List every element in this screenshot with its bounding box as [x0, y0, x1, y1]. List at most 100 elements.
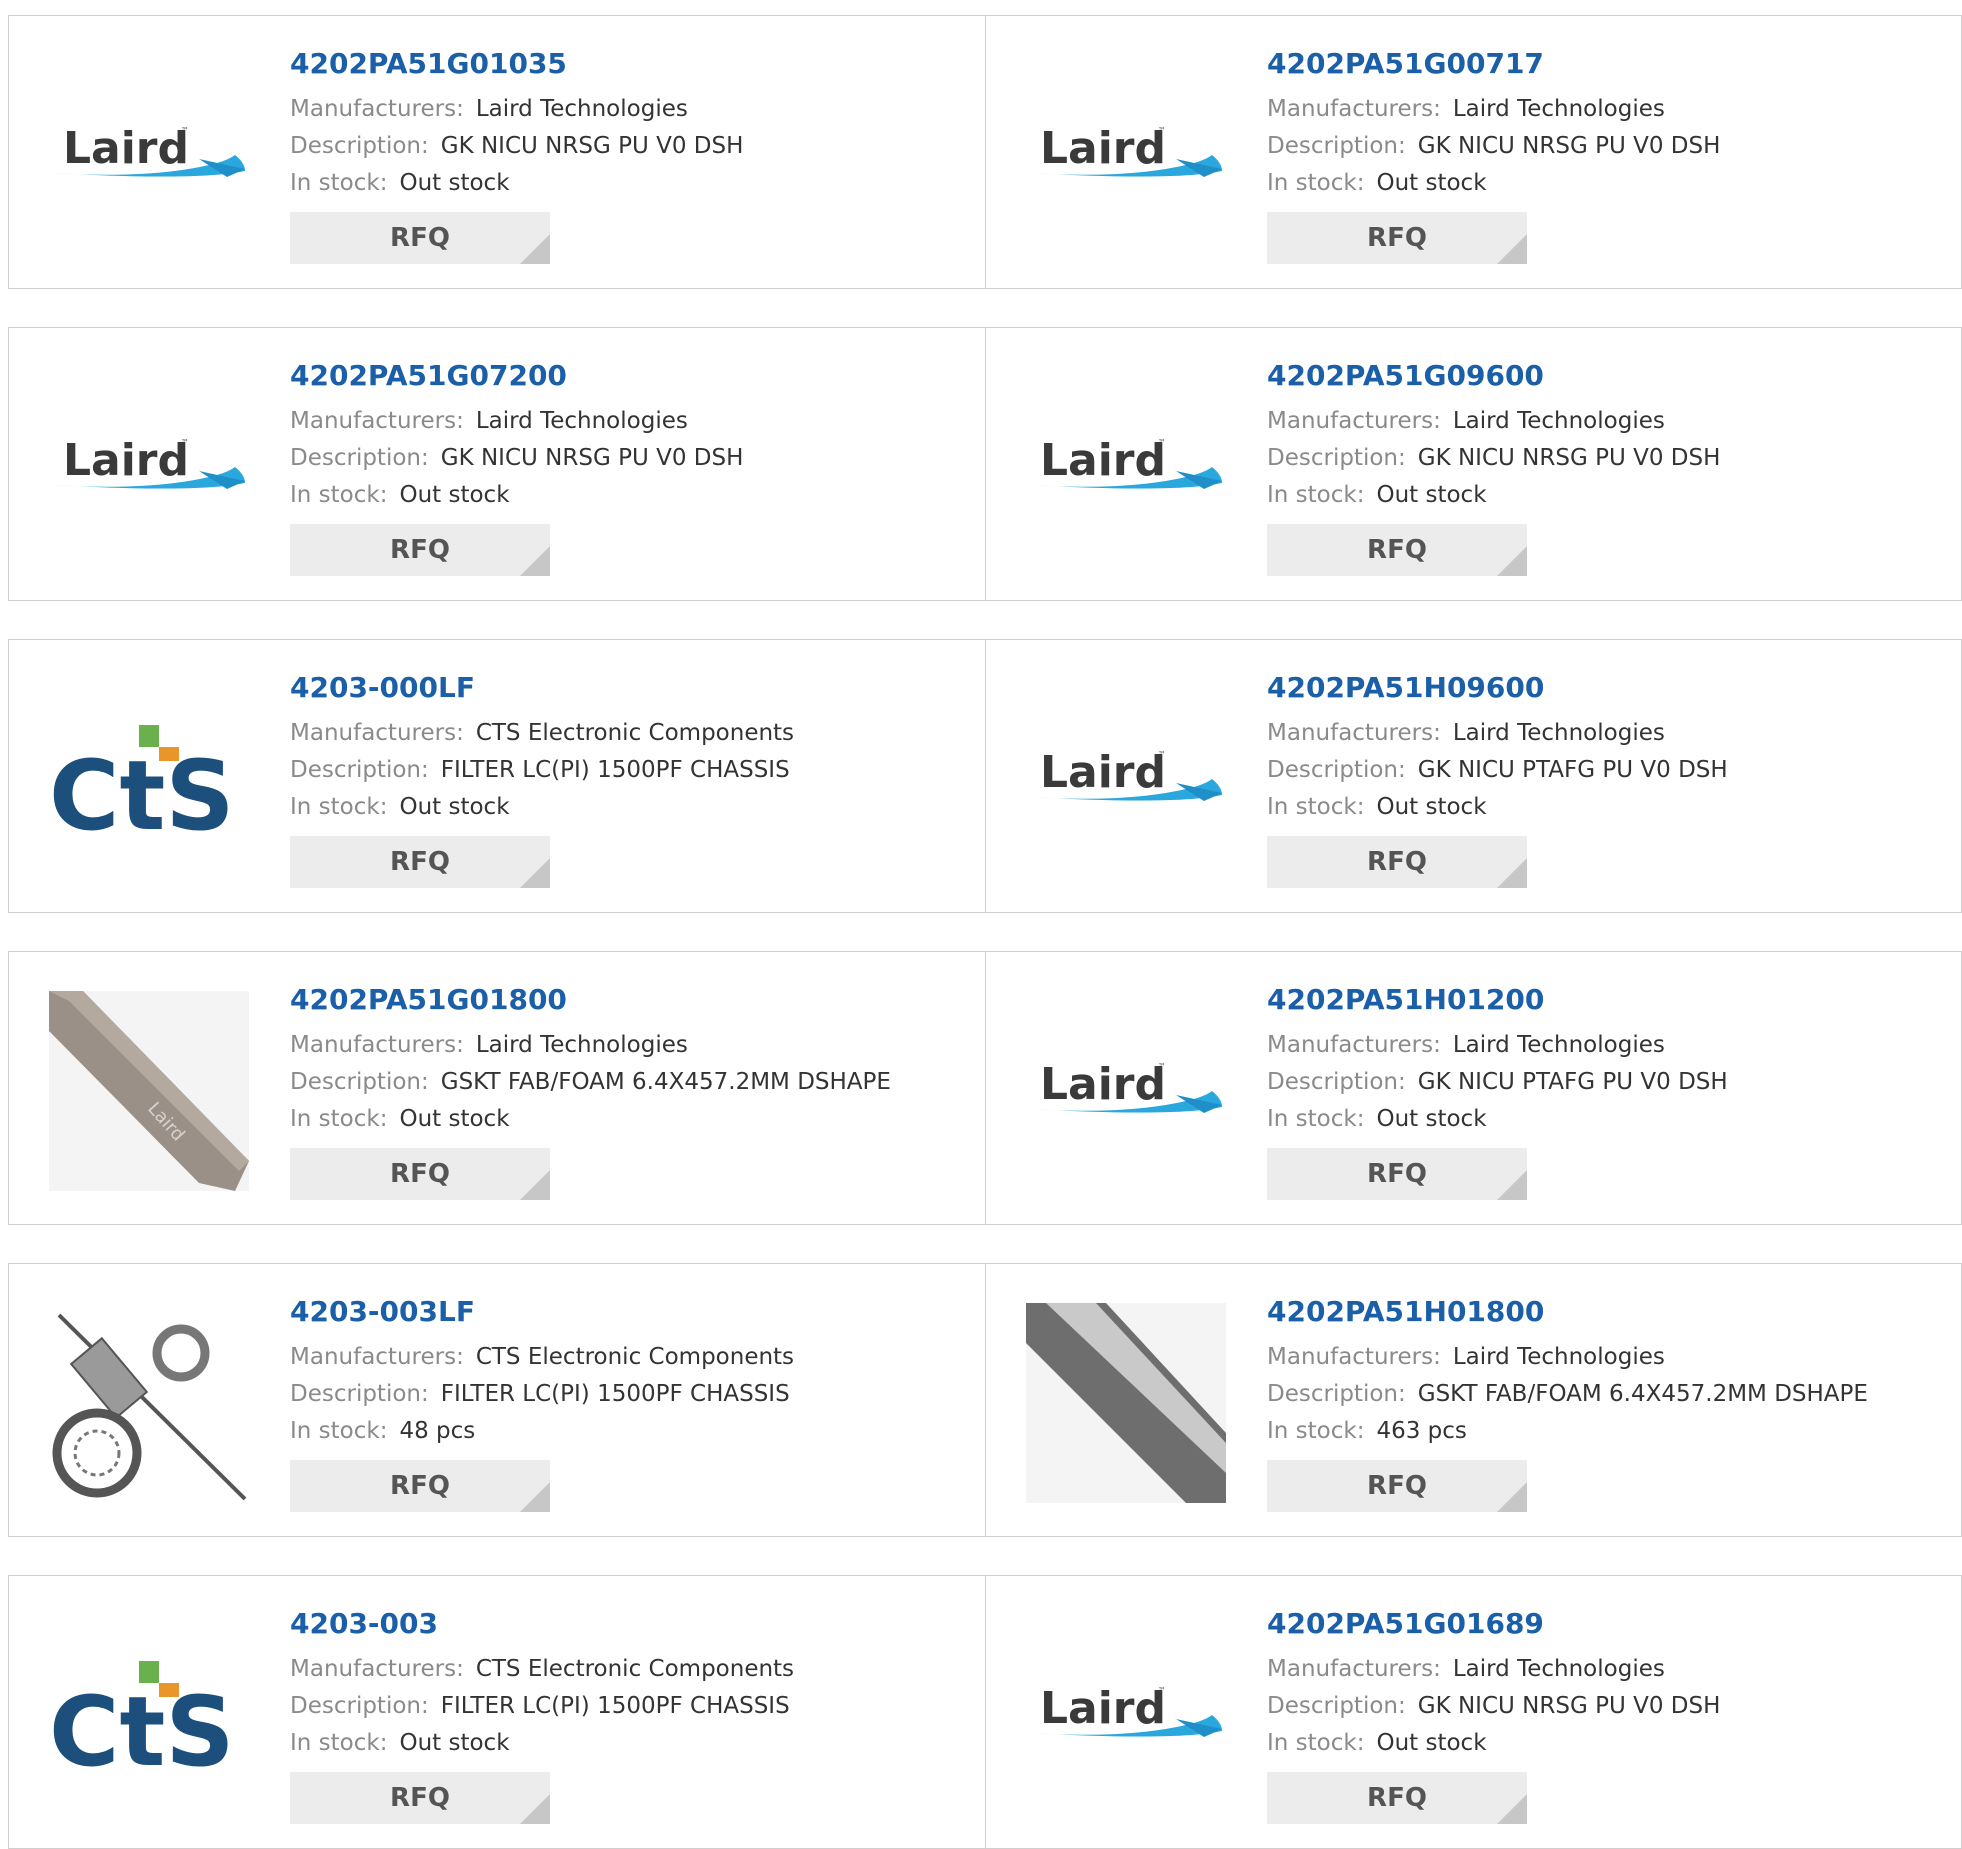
description-row: Description: GK NICU NRSG PU V0 DSH — [290, 440, 965, 477]
product-card: Laird ™ 4202PA51H09600 Manufacturers: Laird … — [986, 639, 1962, 913]
product-grid: Laird ™ 4202PA51G01035 Manufacturers: Laird … — [8, 15, 1962, 1849]
description-row: Description: GK NICU NRSG PU V0 DSH — [290, 128, 965, 165]
svg-text:™: ™ — [1158, 126, 1166, 135]
product-card: 4202PA51H01800 Manufacturers: Laird Techno… — [986, 1263, 1962, 1537]
corner-fold-icon — [520, 234, 550, 264]
part-number-link[interactable]: 4202PA51H09600 — [1267, 671, 1941, 705]
stock-row: In stock: Out stock — [1267, 477, 1941, 514]
stock-label: In stock: — [290, 1418, 388, 1444]
manufacturer-label: Manufacturers: — [290, 720, 464, 746]
product-image[interactable]: Laird ™ — [1026, 55, 1226, 255]
description-value: FILTER LC(PI) 1500PF CHASSIS — [440, 757, 790, 783]
part-number-link[interactable]: 4202PA51G01035 — [290, 47, 965, 81]
description-value: GK NICU PTAFG PU V0 DSH — [1417, 1069, 1728, 1095]
manufacturer-row: Manufacturers: CTS Electronic Components — [290, 1651, 965, 1688]
manufacturer-row: Manufacturers: Laird Technologies — [290, 1027, 965, 1064]
rfq-button-label: RFQ — [390, 223, 450, 253]
part-number-link[interactable]: 4202PA51G00717 — [1267, 47, 1941, 81]
corner-fold-icon — [520, 1794, 550, 1824]
corner-fold-icon — [520, 858, 550, 888]
product-image[interactable]: CtS — [49, 679, 249, 879]
stock-row: In stock: 463 pcs — [1267, 1413, 1941, 1450]
manufacturer-value: Laird Technologies — [1452, 96, 1665, 122]
part-number-link[interactable]: 4202PA51G07200 — [290, 359, 965, 393]
rfq-button[interactable]: RFQ — [290, 212, 550, 264]
corner-fold-icon — [1497, 858, 1527, 888]
description-label: Description: — [290, 757, 429, 783]
manufacturer-value: Laird Technologies — [1452, 720, 1665, 746]
product-image[interactable]: Laird ™ — [49, 367, 249, 567]
rfq-button[interactable]: RFQ — [290, 524, 550, 576]
laird-logo-icon: Laird™ — [51, 435, 245, 489]
product-info: 4203-003 Manufacturers: CTS Electronic Com… — [290, 1607, 965, 1824]
rfq-button-label: RFQ — [1367, 223, 1427, 253]
description-value: GK NICU NRSG PU V0 DSH — [1417, 445, 1721, 471]
manufacturer-label: Manufacturers: — [1267, 1344, 1441, 1370]
cts-logo-icon: CtS — [49, 1661, 234, 1775]
laird-logo-icon: Laird™ — [1028, 123, 1222, 177]
product-image[interactable]: Laird — [49, 991, 249, 1191]
product-info: 4202PA51G07200 Manufacturers: Laird Techno… — [290, 359, 965, 576]
product-info: 4202PA51G01800 Manufacturers: Laird Techno… — [290, 983, 965, 1200]
part-number-link[interactable]: 4202PA51H01800 — [1267, 1295, 1941, 1329]
part-number-link[interactable]: 4203-003LF — [290, 1295, 965, 1329]
corner-fold-icon — [1497, 1794, 1527, 1824]
product-image[interactable]: Laird ™ — [1026, 679, 1226, 879]
description-label: Description: — [290, 1069, 429, 1095]
product-card: Laird ™ 4202PA51G00717 Manufacturers: Laird … — [986, 15, 1962, 289]
rfq-button[interactable]: RFQ — [290, 1148, 550, 1200]
laird-logo-icon: Laird™ — [1028, 1059, 1222, 1113]
part-number-link[interactable]: 4202PA51G01800 — [290, 983, 965, 1017]
product-card: Laird ™ 4202PA51H01200 Manufacturers: Laird … — [986, 951, 1962, 1225]
stock-row: In stock: Out stock — [1267, 1101, 1941, 1138]
manufacturer-value: Laird Technologies — [475, 408, 688, 434]
rfq-button[interactable]: RFQ — [290, 836, 550, 888]
product-image[interactable]: CtS — [49, 1615, 249, 1815]
corner-fold-icon — [1497, 234, 1527, 264]
laird-logo-icon: Laird™ — [51, 123, 245, 177]
part-number-link[interactable]: 4202PA51H01200 — [1267, 983, 1941, 1017]
rfq-button[interactable]: RFQ — [1267, 1772, 1527, 1824]
stock-label: In stock: — [290, 1730, 388, 1756]
product-image[interactable] — [1026, 1303, 1226, 1503]
product-image[interactable]: Laird ™ — [1026, 367, 1226, 567]
part-number-link[interactable]: 4202PA51G09600 — [1267, 359, 1941, 393]
stock-value: Out stock — [399, 1730, 510, 1756]
manufacturer-label: Manufacturers: — [290, 1032, 464, 1058]
rfq-button[interactable]: RFQ — [290, 1460, 550, 1512]
svg-text:Laird: Laird — [63, 435, 189, 486]
rfq-button[interactable]: RFQ — [1267, 212, 1527, 264]
product-image[interactable]: Laird ™ — [49, 55, 249, 255]
part-number-link[interactable]: 4202PA51G01689 — [1267, 1607, 1941, 1641]
rfq-button[interactable]: RFQ — [1267, 836, 1527, 888]
product-card: CtS 4203-003 Manufacturers: CTS Electronic … — [8, 1575, 986, 1849]
part-number-link[interactable]: 4203-003 — [290, 1607, 965, 1641]
rfq-button[interactable]: RFQ — [1267, 524, 1527, 576]
svg-text:Laird: Laird — [1040, 747, 1166, 798]
rfq-button[interactable]: RFQ — [290, 1772, 550, 1824]
manufacturer-row: Manufacturers: CTS Electronic Components — [290, 715, 965, 752]
svg-text:CtS: CtS — [49, 740, 234, 839]
description-value: GSKT FAB/FOAM 6.4X457.2MM DSHAPE — [1417, 1381, 1868, 1407]
rfq-button-label: RFQ — [1367, 847, 1427, 877]
product-image[interactable] — [49, 1303, 249, 1503]
rfq-button[interactable]: RFQ — [1267, 1460, 1527, 1512]
description-row: Description: GK NICU PTAFG PU V0 DSH — [1267, 752, 1941, 789]
description-row: Description: GK NICU NRSG PU V0 DSH — [1267, 128, 1941, 165]
product-info: 4202PA51H09600 Manufacturers: Laird Techno… — [1267, 671, 1941, 888]
product-card: Laird ™ 4202PA51G01035 Manufacturers: Laird … — [8, 15, 986, 289]
manufacturer-value: CTS Electronic Components — [475, 1656, 795, 1682]
description-value: GK NICU NRSG PU V0 DSH — [440, 445, 744, 471]
product-card: CtS 4203-000LF Manufacturers: CTS Electroni… — [8, 639, 986, 913]
part-number-link[interactable]: 4203-000LF — [290, 671, 965, 705]
svg-text:Laird: Laird — [1040, 1059, 1166, 1110]
manufacturer-row: Manufacturers: Laird Technologies — [1267, 1651, 1941, 1688]
rfq-button[interactable]: RFQ — [1267, 1148, 1527, 1200]
product-image[interactable]: Laird ™ — [1026, 1615, 1226, 1815]
corner-fold-icon — [520, 1482, 550, 1512]
rfq-button-label: RFQ — [1367, 1783, 1427, 1813]
product-image[interactable]: Laird ™ — [1026, 991, 1226, 1191]
stock-value: Out stock — [399, 1106, 510, 1132]
rfq-button-label: RFQ — [1367, 535, 1427, 565]
description-value: FILTER LC(PI) 1500PF CHASSIS — [440, 1693, 790, 1719]
